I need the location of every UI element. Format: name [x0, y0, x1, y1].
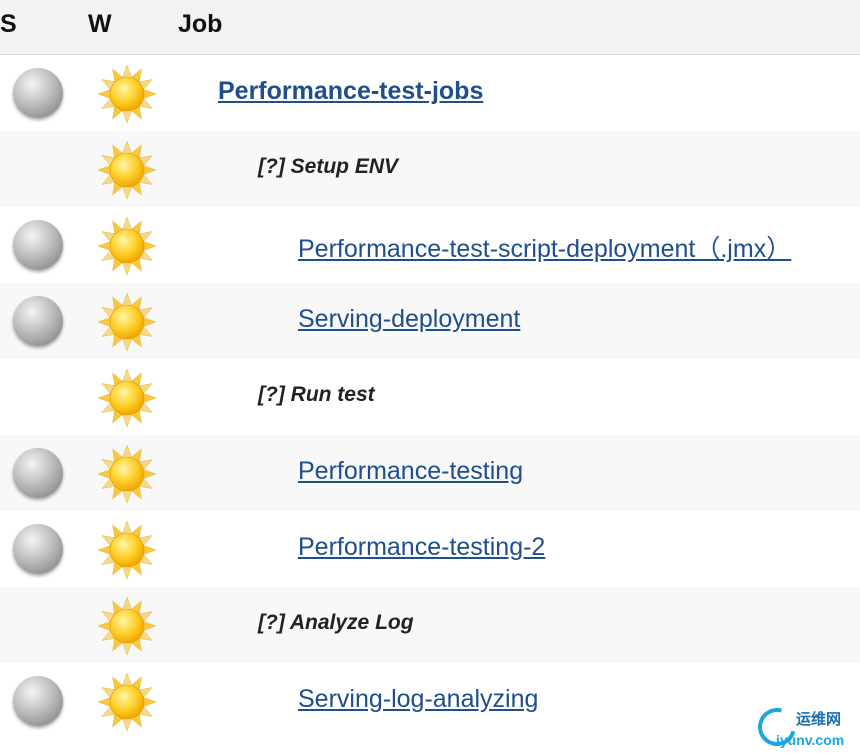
weather-sunny-icon — [96, 367, 158, 429]
job-link[interactable]: Performance-testing-2 — [298, 533, 545, 562]
job-link[interactable]: Performance-test-script-deployment（.jmx） — [298, 229, 791, 265]
status-column-header[interactable]: S — [0, 10, 17, 39]
job-row: Performance-test-jobs — [0, 55, 860, 131]
status-ball-icon — [13, 448, 63, 498]
section-row: [?] Setup ENV — [0, 131, 860, 207]
section-label: [?] Setup ENV — [258, 155, 398, 178]
table-header: S W Job — [0, 0, 860, 55]
status-ball-icon — [13, 220, 63, 270]
job-row: Serving-log-analyzing — [0, 663, 860, 739]
weather-sunny-icon — [96, 291, 158, 353]
weather-sunny-icon — [96, 63, 158, 125]
job-link[interactable]: Serving-log-analyzing — [298, 685, 538, 714]
weather-sunny-icon — [96, 671, 158, 733]
job-row: Performance-testing-2 — [0, 511, 860, 587]
weather-sunny-icon — [96, 139, 158, 201]
section-row: [?] Analyze Log — [0, 587, 860, 663]
status-ball-icon — [13, 68, 63, 118]
status-ball-icon — [13, 296, 63, 346]
weather-sunny-icon — [96, 443, 158, 505]
weather-sunny-icon — [96, 595, 158, 657]
watermark-logo: 运维网 iyunv.com — [751, 701, 856, 753]
section-label: [?] Run test — [258, 383, 375, 406]
weather-column-header[interactable]: W — [88, 10, 112, 39]
job-link[interactable]: Serving-deployment — [298, 305, 520, 334]
job-column-header[interactable]: Job — [178, 10, 222, 39]
job-row: Performance-testing — [0, 435, 860, 511]
job-link[interactable]: Performance-testing — [298, 457, 523, 486]
weather-sunny-icon — [96, 215, 158, 277]
job-row: Performance-test-script-deployment（.jmx） — [0, 207, 860, 283]
section-row: [?] Run test — [0, 359, 860, 435]
status-ball-icon — [13, 524, 63, 574]
job-row: Serving-deployment — [0, 283, 860, 359]
weather-sunny-icon — [96, 519, 158, 581]
job-link[interactable]: Performance-test-jobs — [218, 77, 483, 106]
section-label: [?] Analyze Log — [258, 611, 414, 634]
watermark-cn-text: 运维网 — [796, 711, 842, 728]
watermark-en-text: iyunv.com — [776, 732, 845, 748]
status-ball-icon — [13, 676, 63, 726]
